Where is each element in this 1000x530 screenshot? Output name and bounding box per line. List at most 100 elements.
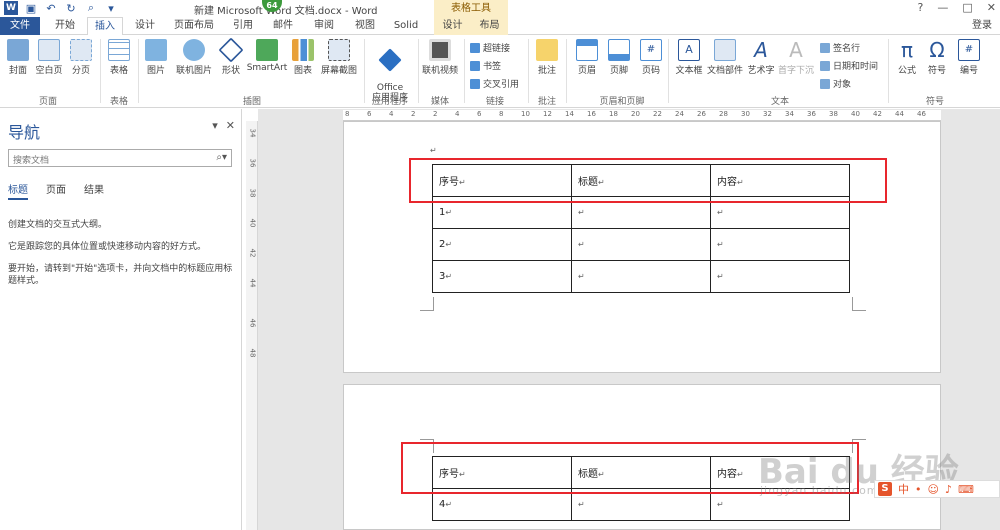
ruler-tick: 2 bbox=[411, 110, 416, 118]
crop-mark bbox=[420, 297, 434, 311]
header-button[interactable]: 页眉 bbox=[574, 39, 600, 76]
tab-review[interactable]: 审阅 bbox=[309, 17, 339, 35]
nav-close-icon[interactable]: ✕ bbox=[226, 119, 235, 132]
group-separator bbox=[888, 39, 889, 103]
ruler-tick: 20 bbox=[631, 110, 640, 118]
ruler-tick: 36 bbox=[807, 110, 816, 118]
table-cell[interactable]: 2↵ bbox=[432, 228, 572, 261]
tab-home[interactable]: 开始 bbox=[50, 17, 80, 35]
symbol-button[interactable]: Ω 符号 bbox=[924, 39, 950, 76]
table-cell[interactable]: ↵ bbox=[571, 228, 711, 261]
nav-tab-pages[interactable]: 页面 bbox=[46, 181, 66, 200]
tab-file[interactable]: 文件 bbox=[0, 17, 40, 35]
drop-cap-button[interactable]: A 首字下沉 bbox=[778, 39, 814, 76]
search-icon[interactable]: ⌕▾ bbox=[216, 152, 227, 163]
tab-page-layout[interactable]: 页面布局 bbox=[170, 17, 218, 35]
signature-line-button[interactable]: 签名行 bbox=[820, 41, 860, 54]
save-icon[interactable]: ▣ bbox=[24, 1, 38, 15]
screenshot-button[interactable]: 屏幕截图 bbox=[318, 39, 360, 76]
online-picture-button[interactable]: 联机图片 bbox=[172, 39, 216, 76]
table-button[interactable]: 表格 bbox=[106, 39, 132, 76]
ime-toolbar: S 中 • ☺ ♪ ⌨ bbox=[874, 480, 1000, 498]
tab-mailings[interactable]: 邮件 bbox=[268, 17, 298, 35]
date-time-button[interactable]: 日期和时间 bbox=[820, 59, 878, 72]
print-preview-icon[interactable]: ⌕ bbox=[84, 1, 98, 15]
sign-in-link[interactable]: 登录 bbox=[972, 17, 992, 35]
picture-button[interactable]: 图片 bbox=[144, 39, 168, 76]
ruler-tick: 10 bbox=[521, 110, 530, 118]
ruler-tick: 34 bbox=[785, 110, 794, 118]
quick-parts-button[interactable]: 文档部件 bbox=[706, 39, 744, 76]
textbox-icon: A bbox=[678, 39, 700, 61]
group-label-tables: 表格 bbox=[109, 97, 128, 107]
group-separator bbox=[418, 39, 419, 103]
title-bar: W ▣ ↶ ↻ ⌕ ▾ 新建 Microsoft Word 文档.docx - … bbox=[0, 0, 1000, 17]
hyperlink-button[interactable]: 超链接 bbox=[470, 41, 510, 54]
quick-access-toolbar: W ▣ ↶ ↻ ⌕ ▾ bbox=[4, 1, 118, 15]
smartart-button[interactable]: SmartArt bbox=[246, 39, 288, 73]
tab-solid[interactable]: Solid bbox=[390, 17, 422, 35]
textbox-button[interactable]: A 文本框 bbox=[674, 39, 704, 76]
ruler-tick: 6 bbox=[367, 110, 372, 118]
page-number-button[interactable]: # 页码 bbox=[638, 39, 664, 76]
ruler-tick: 38 bbox=[248, 188, 257, 198]
undo-icon[interactable]: ↶ bbox=[44, 1, 58, 15]
footer-icon bbox=[608, 39, 630, 61]
table-cell[interactable]: ↵ bbox=[710, 260, 850, 293]
table-cell[interactable]: ↵ bbox=[571, 260, 711, 293]
table-cell[interactable]: ↵ bbox=[710, 228, 850, 261]
ruler-tick: 14 bbox=[565, 110, 574, 118]
emoji-icon[interactable]: ☺ bbox=[928, 483, 939, 496]
online-video-button[interactable]: 联机视频 bbox=[420, 39, 460, 76]
object-button[interactable]: 对象 bbox=[820, 77, 851, 90]
microphone-icon[interactable]: ♪ bbox=[945, 483, 952, 496]
customize-qat-icon[interactable]: ▾ bbox=[104, 1, 118, 15]
group-label-comments: 批注 bbox=[537, 97, 556, 107]
group-label-pages: 页面 bbox=[38, 97, 57, 107]
wordart-button[interactable]: A 艺术字 bbox=[746, 39, 776, 76]
sogou-logo-icon[interactable]: S bbox=[878, 482, 892, 496]
cover-page-button[interactable]: 封面 bbox=[6, 39, 30, 76]
ime-lang-toggle[interactable]: 中 bbox=[898, 481, 909, 497]
ruler-tick: 30 bbox=[741, 110, 750, 118]
close-icon[interactable]: ✕ bbox=[987, 1, 996, 14]
restore-icon[interactable]: □ bbox=[962, 1, 972, 14]
comment-button[interactable]: 批注 bbox=[534, 39, 560, 76]
redo-icon[interactable]: ↻ bbox=[64, 1, 78, 15]
tab-insert[interactable]: 插入 bbox=[87, 17, 123, 36]
page-break-button[interactable]: 分页 bbox=[68, 39, 94, 76]
ruler-tick: 42 bbox=[248, 248, 257, 258]
help-icon[interactable]: ? bbox=[918, 1, 924, 14]
blank-page-button[interactable]: 空白页 bbox=[34, 39, 64, 76]
word-logo-icon: W bbox=[4, 1, 18, 15]
table-cell[interactable]: 3↵ bbox=[432, 260, 572, 293]
page-number-icon: # bbox=[640, 39, 662, 61]
quick-parts-icon bbox=[714, 39, 736, 61]
chart-button[interactable]: 图表 bbox=[290, 39, 316, 76]
tab-view[interactable]: 视图 bbox=[350, 17, 380, 35]
keyboard-icon[interactable]: ⌨ bbox=[958, 483, 974, 496]
wordart-icon: A bbox=[754, 38, 768, 62]
minimize-icon[interactable]: — bbox=[937, 1, 948, 14]
header-icon bbox=[576, 39, 598, 61]
group-separator bbox=[566, 39, 567, 103]
tab-references[interactable]: 引用 bbox=[228, 17, 258, 35]
blank-page-icon bbox=[38, 39, 60, 61]
nav-tab-headings[interactable]: 标题 bbox=[8, 181, 28, 200]
group-separator bbox=[138, 39, 139, 103]
shapes-button[interactable]: 形状 bbox=[218, 37, 244, 76]
tab-design[interactable]: 设计 bbox=[130, 17, 160, 35]
equation-button[interactable]: π 公式 bbox=[894, 39, 920, 76]
number-button[interactable]: # 编号 bbox=[956, 39, 982, 76]
office-store-icon bbox=[378, 48, 402, 72]
bookmark-button[interactable]: 书签 bbox=[470, 59, 501, 72]
group-separator bbox=[364, 39, 365, 103]
tab-table-design[interactable]: 设计 bbox=[434, 17, 471, 35]
nav-tab-results[interactable]: 结果 bbox=[84, 181, 104, 200]
footer-button[interactable]: 页脚 bbox=[606, 39, 632, 76]
punctuation-icon[interactable]: • bbox=[915, 483, 922, 496]
cross-reference-button[interactable]: 交叉引用 bbox=[470, 77, 519, 90]
nav-search-input[interactable]: 搜索文档 ⌕▾ bbox=[8, 149, 232, 167]
tab-table-layout[interactable]: 布局 bbox=[471, 17, 508, 35]
nav-options-icon[interactable]: ▾ bbox=[212, 119, 218, 132]
